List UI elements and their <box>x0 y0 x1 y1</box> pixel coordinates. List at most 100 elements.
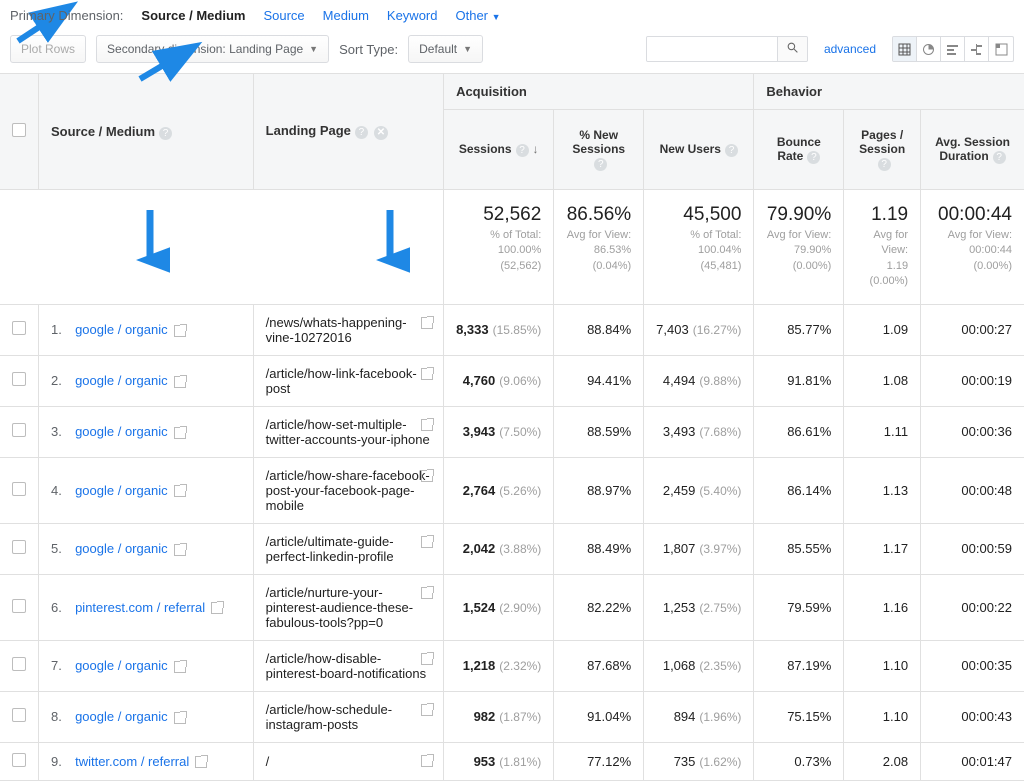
sort-type-select[interactable]: Default ▼ <box>408 35 483 63</box>
col-landing-page[interactable]: Landing Page?✕ <box>253 74 443 190</box>
row-checkbox[interactable] <box>12 599 26 613</box>
col-group-acquisition: Acquisition <box>444 74 754 110</box>
row-checkbox[interactable] <box>12 657 26 671</box>
landing-page-text: /article/how-schedule-instagram-posts <box>266 702 392 732</box>
open-external-icon[interactable] <box>174 712 186 724</box>
view-pie-button[interactable] <box>917 37 941 61</box>
cell-bounce: 85.55% <box>754 523 844 574</box>
row-index: 8. <box>51 709 68 724</box>
col-pct-new-sessions[interactable]: % New Sessions? <box>554 110 644 190</box>
landing-page-text: /article/nurture-your-pinterest-audience… <box>266 585 413 630</box>
help-icon[interactable]: ? <box>993 151 1006 164</box>
dim-option-other[interactable]: Other ▼ <box>455 8 500 23</box>
row-index: 6. <box>51 600 68 615</box>
help-icon[interactable]: ? <box>807 151 820 164</box>
open-external-icon[interactable] <box>174 376 186 388</box>
table-row: 9. twitter.com / referral/953(1.81%)77.1… <box>0 742 1024 780</box>
source-medium-link[interactable]: twitter.com / referral <box>75 754 189 769</box>
open-external-icon[interactable] <box>421 587 433 599</box>
help-icon[interactable]: ? <box>355 126 368 139</box>
landing-page-text: / <box>266 754 270 769</box>
landing-page-text: /article/how-set-multiple-twitter-accoun… <box>266 417 430 447</box>
row-checkbox[interactable] <box>12 372 26 386</box>
plot-rows-button[interactable]: Plot Rows <box>10 35 86 63</box>
open-external-icon[interactable] <box>421 653 433 665</box>
help-icon[interactable]: ? <box>159 127 172 140</box>
open-external-icon[interactable] <box>174 544 186 556</box>
open-external-icon[interactable] <box>174 661 186 673</box>
view-comparison-button[interactable] <box>965 37 989 61</box>
dim-option-medium[interactable]: Medium <box>323 8 369 23</box>
table-icon <box>898 43 911 56</box>
secondary-dimension-label: Secondary dimension: Landing Page <box>107 42 303 56</box>
source-medium-link[interactable]: google / organic <box>75 541 168 556</box>
search-button[interactable] <box>777 37 807 61</box>
help-icon[interactable]: ? <box>516 144 529 157</box>
row-checkbox[interactable] <box>12 423 26 437</box>
open-external-icon[interactable] <box>211 602 223 614</box>
table-row: 1. google / organic/news/whats-happening… <box>0 304 1024 355</box>
col-source-medium[interactable]: Source / Medium? <box>39 74 254 190</box>
open-external-icon[interactable] <box>421 536 433 548</box>
source-medium-link[interactable]: google / organic <box>75 709 168 724</box>
cell-new-users: 894(1.96%) <box>644 691 754 742</box>
view-table-button[interactable] <box>893 37 917 61</box>
open-external-icon[interactable] <box>421 368 433 380</box>
landing-page-text: /article/how-disable-pinterest-board-not… <box>266 651 426 681</box>
cell-sessions: 4,760(9.06%) <box>444 355 554 406</box>
row-checkbox[interactable] <box>12 321 26 335</box>
source-medium-link[interactable]: google / organic <box>75 424 168 439</box>
dim-option-source[interactable]: Source <box>263 8 304 23</box>
row-checkbox[interactable] <box>12 708 26 722</box>
cell-new-users: 2,459(5.40%) <box>644 457 754 523</box>
advanced-link[interactable]: advanced <box>824 42 876 56</box>
col-new-users[interactable]: New Users? <box>644 110 754 190</box>
dim-option-keyword[interactable]: Keyword <box>387 8 438 23</box>
open-external-icon[interactable] <box>421 704 433 716</box>
source-medium-link[interactable]: google / organic <box>75 658 168 673</box>
secondary-dimension-select[interactable]: Secondary dimension: Landing Page ▼ <box>96 35 329 63</box>
source-medium-link[interactable]: google / organic <box>75 483 168 498</box>
help-icon[interactable]: ? <box>725 144 738 157</box>
cell-bounce: 87.19% <box>754 640 844 691</box>
help-icon[interactable]: ? <box>594 158 607 171</box>
table-row: 8. google / organic/article/how-schedule… <box>0 691 1024 742</box>
open-external-icon[interactable] <box>174 427 186 439</box>
remove-secondary-dim-button[interactable]: ✕ <box>374 126 388 140</box>
table-row: 7. google / organic/article/how-disable-… <box>0 640 1024 691</box>
cell-pages: 1.17 <box>844 523 921 574</box>
cell-duration: 00:00:27 <box>921 304 1024 355</box>
col-sessions[interactable]: Sessions?↓ <box>444 110 554 190</box>
cell-sessions: 953(1.81%) <box>444 742 554 780</box>
summary-bounce: 79.90%Avg for View:79.90%(0.00%) <box>754 190 844 305</box>
source-medium-link[interactable]: pinterest.com / referral <box>75 600 205 615</box>
select-all-checkbox[interactable] <box>12 123 26 137</box>
row-checkbox[interactable] <box>12 482 26 496</box>
cell-duration: 00:00:36 <box>921 406 1024 457</box>
col-avg-duration[interactable]: Avg. Session Duration? <box>921 110 1024 190</box>
cell-pages: 1.16 <box>844 574 921 640</box>
landing-page-text: /article/how-link-facebook-post <box>266 366 417 396</box>
open-external-icon[interactable] <box>421 317 433 329</box>
open-external-icon[interactable] <box>421 470 433 482</box>
col-bounce-rate[interactable]: Bounce Rate? <box>754 110 844 190</box>
open-external-icon[interactable] <box>195 756 207 768</box>
row-checkbox[interactable] <box>12 540 26 554</box>
open-external-icon[interactable] <box>421 755 433 767</box>
source-medium-link[interactable]: google / organic <box>75 373 168 388</box>
col-pages-session[interactable]: Pages / Session? <box>844 110 921 190</box>
open-external-icon[interactable] <box>174 325 186 337</box>
summary-row: 52,562% of Total:100.00%(52,562) 86.56%A… <box>0 190 1024 305</box>
source-medium-link[interactable]: google / organic <box>75 322 168 337</box>
help-icon[interactable]: ? <box>878 158 891 171</box>
cell-pct-new: 88.59% <box>554 406 644 457</box>
search-input[interactable] <box>647 37 777 61</box>
view-pivot-button[interactable] <box>989 37 1013 61</box>
row-checkbox[interactable] <box>12 753 26 767</box>
cell-duration: 00:01:47 <box>921 742 1024 780</box>
primary-dimension-active[interactable]: Source / Medium <box>141 8 245 23</box>
open-external-icon[interactable] <box>174 485 186 497</box>
view-bar-button[interactable] <box>941 37 965 61</box>
open-external-icon[interactable] <box>421 419 433 431</box>
cell-bounce: 86.61% <box>754 406 844 457</box>
